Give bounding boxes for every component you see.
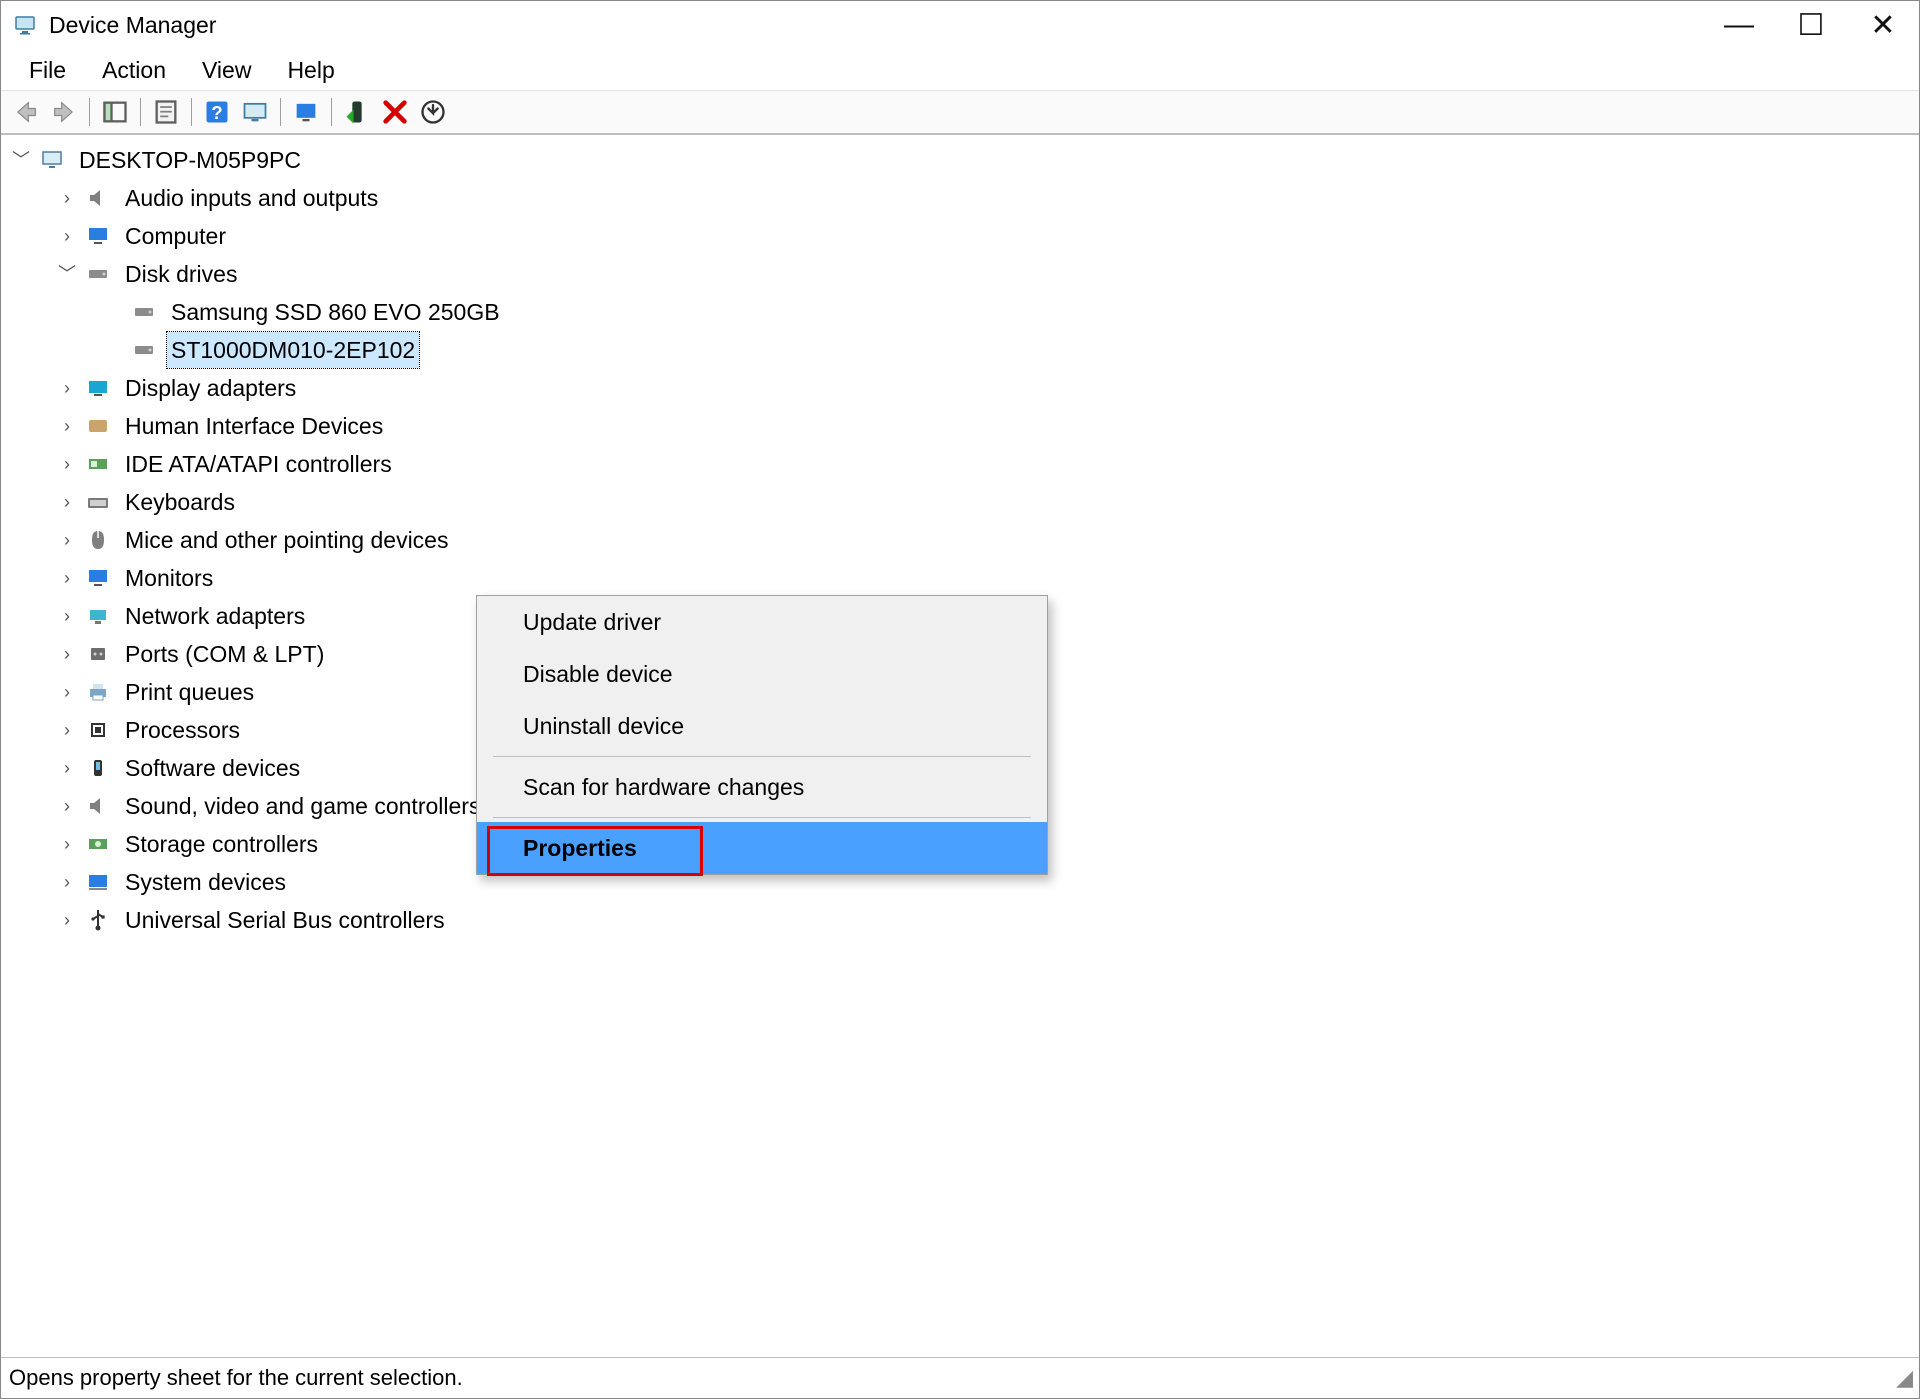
tree-category[interactable]: › Human Interface Devices [57, 407, 1919, 445]
minimize-button[interactable]: — [1703, 1, 1775, 49]
menu-file[interactable]: File [11, 53, 84, 88]
chevron-down-icon[interactable]: ﹀ [11, 150, 31, 170]
window-controls: — ☐ ✕ [1703, 1, 1919, 49]
forward-button[interactable] [49, 97, 79, 127]
chevron-right-icon[interactable]: › [57, 226, 77, 246]
toolbar-separator [280, 98, 281, 126]
titlebar[interactable]: Device Manager — ☐ ✕ [1, 1, 1919, 49]
computer-icon [39, 147, 65, 173]
software-device-icon [85, 755, 111, 781]
ctx-uninstall-device[interactable]: Uninstall device [477, 700, 1047, 752]
chevron-right-icon[interactable]: › [57, 188, 77, 208]
system-device-icon [85, 869, 111, 895]
tree-category[interactable]: › Computer [57, 217, 1919, 255]
help-button[interactable]: ? [202, 97, 232, 127]
chevron-right-icon[interactable]: › [57, 568, 77, 588]
close-button[interactable]: ✕ [1847, 1, 1919, 49]
disk-icon [131, 337, 157, 363]
tree-root-label: DESKTOP-M05P9PC [75, 142, 305, 178]
usb-icon [85, 907, 111, 933]
chevron-right-icon[interactable]: › [57, 606, 77, 626]
update-driver-button[interactable] [291, 97, 321, 127]
keyboard-icon [85, 489, 111, 515]
chevron-right-icon[interactable]: › [57, 682, 77, 702]
chevron-down-icon[interactable]: ﹀ [57, 264, 77, 284]
chevron-right-icon[interactable]: › [57, 530, 77, 550]
disk-icon [85, 261, 111, 287]
show-hide-tree-button[interactable] [100, 97, 130, 127]
enable-device-button[interactable] [342, 97, 372, 127]
storage-controller-icon [85, 831, 111, 857]
disk-icon [131, 299, 157, 325]
tree-category[interactable]: › Monitors [57, 559, 1919, 597]
menubar: File Action View Help [1, 49, 1919, 90]
resize-grip-icon[interactable]: ◢ [1887, 1365, 1913, 1391]
toolbar-separator [331, 98, 332, 126]
tree-root[interactable]: ﹀ DESKTOP-M05P9PC [11, 141, 1919, 179]
ctx-separator [493, 817, 1031, 818]
network-adapter-icon [85, 603, 111, 629]
disable-device-button[interactable] [418, 97, 448, 127]
back-button[interactable] [11, 97, 41, 127]
ctx-scan-hardware[interactable]: Scan for hardware changes [477, 761, 1047, 813]
chevron-right-icon[interactable]: › [57, 872, 77, 892]
chevron-right-icon[interactable]: › [57, 910, 77, 930]
chevron-right-icon[interactable]: › [57, 454, 77, 474]
device-manager-window: Device Manager — ☐ ✕ File Action View He… [0, 0, 1920, 1399]
menu-view[interactable]: View [184, 53, 269, 88]
ide-controller-icon [85, 451, 111, 477]
chevron-right-icon[interactable]: › [57, 758, 77, 778]
context-menu: Update driver Disable device Uninstall d… [476, 595, 1048, 875]
window-title: Device Manager [49, 12, 1703, 39]
monitor-icon [85, 223, 111, 249]
status-text: Opens property sheet for the current sel… [9, 1365, 463, 1391]
chevron-right-icon[interactable]: › [57, 720, 77, 740]
tree-device-selected[interactable]: › ST1000DM010-2EP102 [103, 331, 1919, 369]
chevron-right-icon[interactable]: › [57, 416, 77, 436]
chevron-right-icon[interactable]: › [57, 492, 77, 512]
menu-action[interactable]: Action [84, 53, 184, 88]
toolbar-separator [140, 98, 141, 126]
device-tree-panel[interactable]: ﹀ DESKTOP-M05P9PC › Audio inputs and out… [1, 135, 1919, 1357]
chevron-right-icon[interactable]: › [57, 834, 77, 854]
uninstall-device-button[interactable] [380, 97, 410, 127]
chevron-right-icon[interactable]: › [57, 796, 77, 816]
ctx-separator [493, 756, 1031, 757]
cpu-icon [85, 717, 111, 743]
tree-category[interactable]: › Mice and other pointing devices [57, 521, 1919, 559]
properties-button[interactable] [151, 97, 181, 127]
toolbar: ? [1, 90, 1919, 135]
speaker-icon [85, 185, 111, 211]
maximize-button[interactable]: ☐ [1775, 1, 1847, 49]
monitor-icon [85, 565, 111, 591]
port-icon [85, 641, 111, 667]
toolbar-separator [191, 98, 192, 126]
scan-hardware-button[interactable] [240, 97, 270, 127]
tree-category[interactable]: › IDE ATA/ATAPI controllers [57, 445, 1919, 483]
mouse-icon [85, 527, 111, 553]
ctx-properties[interactable]: Properties [477, 822, 1047, 874]
tree-category[interactable]: › Keyboards [57, 483, 1919, 521]
display-adapter-icon [85, 375, 111, 401]
ctx-properties-label: Properties [523, 835, 637, 862]
toolbar-separator [89, 98, 90, 126]
tree-category[interactable]: › Display adapters [57, 369, 1919, 407]
tree-category[interactable]: › Universal Serial Bus controllers [57, 901, 1919, 939]
speaker-icon [85, 793, 111, 819]
chevron-right-icon[interactable]: › [57, 644, 77, 664]
device-manager-icon [13, 13, 37, 37]
statusbar: Opens property sheet for the current sel… [1, 1357, 1919, 1398]
tree-device[interactable]: › Samsung SSD 860 EVO 250GB [103, 293, 1919, 331]
tree-category-disk-drives[interactable]: ﹀ Disk drives [57, 255, 1919, 293]
hid-icon [85, 413, 111, 439]
ctx-disable-device[interactable]: Disable device [477, 648, 1047, 700]
ctx-update-driver[interactable]: Update driver [477, 596, 1047, 648]
printer-icon [85, 679, 111, 705]
chevron-right-icon[interactable]: › [57, 378, 77, 398]
menu-help[interactable]: Help [269, 53, 352, 88]
svg-text:?: ? [211, 102, 222, 123]
tree-category[interactable]: › Audio inputs and outputs [57, 179, 1919, 217]
